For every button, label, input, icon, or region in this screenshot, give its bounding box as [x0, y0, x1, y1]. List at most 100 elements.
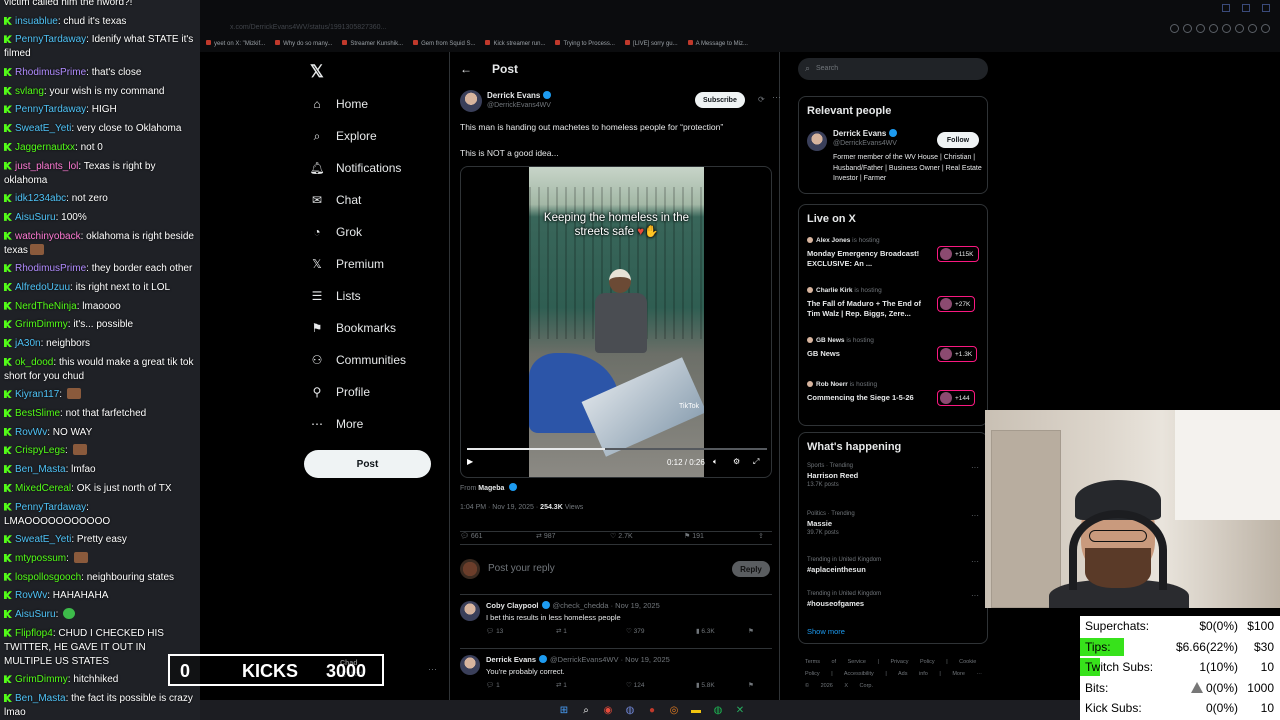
bookmark-star-icon[interactable] [1222, 24, 1231, 33]
chat-username[interactable]: Flipflop4 [15, 628, 53, 639]
follow-button[interactable]: Follow [937, 132, 979, 148]
close-icon[interactable] [1262, 4, 1270, 12]
chat-username[interactable]: Jaggernautxx [15, 142, 75, 153]
repost-action[interactable]: ⇄ 1 [556, 681, 567, 689]
extension-icon[interactable] [1209, 24, 1218, 33]
reply-author[interactable]: Derrick Evans @DerrickEvans4WV · Nov 19, … [486, 655, 670, 664]
extension-icon[interactable] [1235, 24, 1244, 33]
nav-item-bookmarks[interactable]: ⚑ Bookmarks [310, 318, 396, 338]
xbox-icon[interactable]: ✕ [732, 702, 748, 718]
avatar[interactable] [460, 90, 482, 112]
url-text[interactable]: x.com/DerrickEvans4WV/status/19913058273… [230, 24, 386, 31]
chat-username[interactable]: AisuSuru [15, 212, 56, 223]
views-action[interactable]: ▮ 6.3K [696, 627, 715, 635]
chat-username[interactable]: MixedCereal [15, 483, 71, 494]
chat-username[interactable]: AisuSuru [15, 609, 56, 620]
profile-icon[interactable] [1261, 24, 1270, 33]
bookmark-item[interactable]: Kick streamer run... [485, 40, 545, 47]
nav-item-more[interactable]: ⋯ More [310, 414, 363, 434]
trend-more-icon[interactable]: ··· [971, 557, 979, 566]
media-app-icon[interactable]: ◉ [600, 702, 616, 718]
chat-username[interactable]: watchinyoback [15, 231, 81, 242]
compose-post-button[interactable]: Post [304, 450, 431, 478]
reply-action[interactable]: 💬︎ 1 [486, 681, 500, 689]
nav-item-chat[interactable]: ✉ Chat [310, 190, 361, 210]
relevant-person-handle[interactable]: @DerrickEvans4WV [833, 140, 897, 147]
settings-gear-icon[interactable]: ⚙ [733, 457, 740, 466]
show-more-link[interactable]: Show more [807, 627, 845, 636]
reply-action[interactable]: 💬︎ 661 [460, 532, 483, 540]
chat-username[interactable]: PennyTardaway [15, 34, 86, 45]
repost-action[interactable]: ⇄ 987 [536, 532, 556, 540]
search-icon[interactable]: ⌕ [578, 702, 594, 718]
reply-tweet[interactable]: Derrick Evans @DerrickEvans4WV · Nov 19, … [460, 648, 772, 696]
obs-icon[interactable]: ● [644, 702, 660, 718]
zoom-icon[interactable] [1170, 24, 1179, 33]
bookmark-item[interactable]: A Message to Miz... [688, 40, 748, 47]
reply-button[interactable]: Reply [732, 561, 770, 577]
nav-item-communities[interactable]: ⚇ Communities [310, 350, 406, 370]
chat-username[interactable]: SweatE_Yeti [15, 534, 71, 545]
author-name-link[interactable]: Derrick Evans [487, 91, 552, 100]
maximize-icon[interactable] [1242, 4, 1250, 12]
chat-username[interactable]: lospollosgooch [15, 572, 81, 583]
nav-item-home[interactable]: ⌂ Home [310, 94, 368, 114]
reply-input[interactable]: Post your reply [488, 563, 555, 574]
live-broadcast-item[interactable]: Alex Jones is hosting Monday Emergency Br… [807, 237, 983, 277]
play-icon[interactable]: ▶ [467, 457, 473, 466]
trend-more-icon[interactable]: ··· [971, 511, 979, 520]
bookmark-action[interactable]: ⚑ 191 [684, 532, 704, 540]
volume-icon[interactable]: 🔈︎ [713, 457, 718, 467]
search-input[interactable]: Search [798, 58, 988, 80]
bookmark-item[interactable]: Trying to Process... [555, 40, 614, 47]
live-broadcast-item[interactable]: GB News is hosting GB News +1.3K [807, 337, 983, 377]
discord-icon[interactable]: ◍ [622, 702, 638, 718]
like-action[interactable]: ♡ 124 [626, 681, 645, 689]
bookmark-icon[interactable]: ⚑ [748, 627, 754, 635]
chat-username[interactable]: NerdTheNinja [15, 301, 77, 312]
chrome-icon[interactable]: ◎ [666, 702, 682, 718]
chat-username[interactable]: RovWv [15, 427, 47, 438]
x-logo-icon[interactable]: 𝕏 [310, 62, 324, 82]
trend-item[interactable]: Sports · Trending Harrison Reed 13.7K post… [807, 463, 983, 489]
nav-item-profile[interactable]: ⚲ Profile [310, 382, 370, 402]
avatar[interactable] [807, 131, 827, 151]
chat-username[interactable]: just_plants_lol [15, 161, 78, 172]
reply-action[interactable]: 💬︎ 13 [486, 627, 503, 635]
bookmark-item[interactable]: Streamer Kunshik... [342, 40, 403, 47]
reply-author[interactable]: Coby Claypool @check_chedda · Nov 19, 202… [486, 601, 660, 610]
windows-start-icon[interactable]: ⊞ [556, 702, 572, 718]
chat-username[interactable]: AlfredoUzuu [15, 282, 70, 293]
from-name[interactable]: Mageba [478, 485, 504, 492]
chat-username[interactable]: insuablue [15, 16, 58, 27]
chat-username[interactable]: jA30n [15, 338, 41, 349]
avatar[interactable] [460, 601, 480, 621]
chat-username[interactable]: idk1234abc [15, 193, 66, 204]
chat-username[interactable]: Kiyran117 [15, 389, 59, 400]
nav-item-notifications[interactable]: 🔔︎ Notifications [309, 158, 401, 178]
chat-username[interactable]: GrimDimmy [15, 319, 68, 330]
spotify-icon[interactable]: ◍ [710, 702, 726, 718]
video-player[interactable]: Keeping the homeless in the streets safe… [460, 166, 772, 478]
like-action[interactable]: ♡ 379 [626, 627, 645, 635]
chat-username[interactable]: RhodimusPrime [15, 67, 86, 78]
avatar[interactable] [460, 655, 480, 675]
nav-item-explore[interactable]: ⌕ Explore [310, 126, 377, 146]
bookmark-item[interactable]: [LIVE] sorry gu... [625, 40, 678, 47]
nav-item-grok[interactable]: ◔ Grok [310, 222, 362, 242]
extension-icon[interactable] [1196, 24, 1205, 33]
like-action[interactable]: ♡ 2.7K [610, 532, 633, 540]
chat-username[interactable]: GrimDimmy [15, 674, 68, 685]
live-broadcast-item[interactable]: Rob Noerr is hosting Commencing the Siege… [807, 381, 983, 421]
reply-tweet[interactable]: Coby Claypool @check_chedda · Nov 19, 202… [460, 594, 772, 642]
folder-icon[interactable]: ▬ [688, 702, 704, 718]
trend-item[interactable]: Trending in United Kingdom #houseofgames ·… [807, 591, 983, 617]
chat-username[interactable]: Ben_Masta [15, 464, 66, 475]
fullscreen-icon[interactable]: ⤢ [753, 457, 759, 467]
address-bar[interactable]: x.com/DerrickEvans4WV/status/19913058273… [200, 18, 1280, 38]
live-broadcast-item[interactable]: Charlie Kirk is hosting The Fall of Madur… [807, 287, 983, 327]
chat-username[interactable]: SweatE_Yeti [15, 123, 71, 134]
chat-username[interactable]: svlang [15, 86, 44, 97]
share-icon[interactable]: ⇪ [758, 532, 764, 540]
account-more-icon[interactable]: ··· [428, 664, 437, 674]
